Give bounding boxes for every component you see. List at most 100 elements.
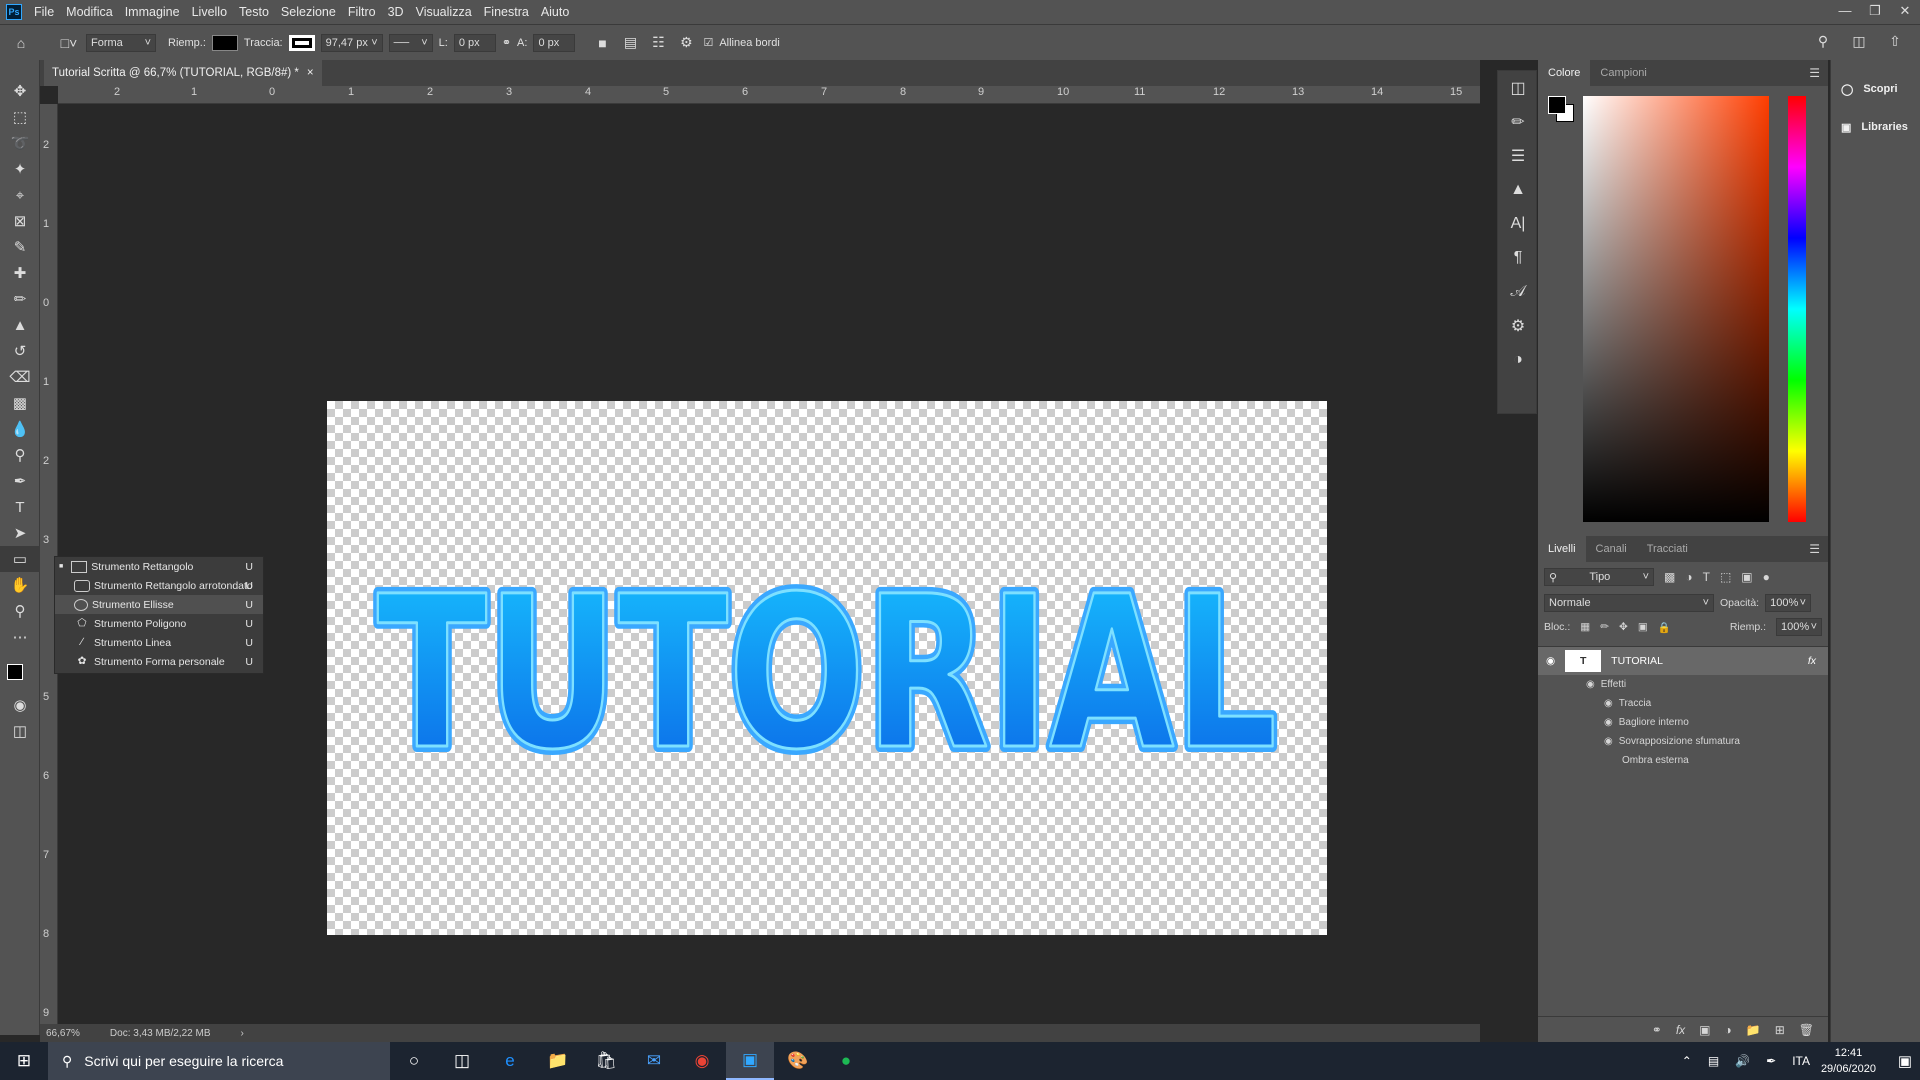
visibility-eye-icon[interactable]: ◉ <box>1604 698 1613 709</box>
cortana-icon[interactable]: ○ <box>390 1042 438 1080</box>
lock-transparency-icon[interactable]: ▦ <box>1580 621 1590 633</box>
width-input[interactable]: 0 px <box>453 33 496 52</box>
paint-icon[interactable]: 🎨 <box>774 1042 822 1080</box>
photoshop-taskbar-icon[interactable]: ▣ <box>726 1042 774 1080</box>
menu-finestra[interactable]: Finestra <box>478 5 535 19</box>
menu-immagine[interactable]: Immagine <box>119 5 186 19</box>
foreground-swatch[interactable] <box>1548 96 1566 114</box>
panel-menu-icon[interactable]: ☰ <box>1809 66 1820 80</box>
filter-smart-icon[interactable]: ▣ <box>1741 570 1752 584</box>
tab-tracciati[interactable]: Tracciati <box>1637 536 1698 562</box>
taskbar-search[interactable]: ⚲ Scrivi qui per eseguire la ricerca <box>48 1042 390 1080</box>
history-icon[interactable]: ◫ <box>1498 71 1538 105</box>
rectangle-tool-icon[interactable]: ▭ <box>0 546 40 572</box>
move-tool-icon[interactable]: ✥ <box>0 78 40 104</box>
path-operations-icon[interactable]: ■ <box>591 32 613 54</box>
flyout-item-custom-shape[interactable]: ✿ Strumento Forma personale U <box>55 652 263 671</box>
trash-icon[interactable]: 🗑 <box>1799 1023 1814 1037</box>
path-selection-icon[interactable]: ➤ <box>0 520 40 546</box>
path-alignment-icon[interactable]: ▤ <box>619 32 641 54</box>
network-icon[interactable]: ▤ <box>1708 1054 1719 1068</box>
menu-3d[interactable]: 3D <box>382 5 410 19</box>
filter-adjustment-icon[interactable]: ◑ <box>1685 570 1692 584</box>
home-icon[interactable]: ⌂ <box>10 32 32 54</box>
minimize-icon[interactable]: — <box>1830 0 1860 24</box>
taskbar-clock[interactable]: 12:41 29/06/2020 <box>1821 1042 1876 1080</box>
filter-toggle-icon[interactable]: ● <box>1763 570 1770 584</box>
fx-icon[interactable]: fx <box>1808 655 1816 667</box>
gear-icon[interactable]: ⚙ <box>675 32 697 54</box>
menu-selezione[interactable]: Selezione <box>275 5 342 19</box>
zoom-level[interactable]: 66,67% <box>46 1028 80 1039</box>
clone-stamp-icon[interactable]: ▲ <box>0 312 40 338</box>
foreground-color[interactable] <box>7 664 23 680</box>
blur-tool-icon[interactable]: 💧 <box>0 416 40 442</box>
pen-tool-icon[interactable]: ✒ <box>0 468 40 494</box>
hand-tool-icon[interactable]: ✋ <box>0 572 40 598</box>
volume-icon[interactable]: 🔊 <box>1735 1054 1750 1068</box>
stroke-width-input[interactable]: 97,47 px ˅ <box>320 33 383 52</box>
libraries-button[interactable]: ▣ Libraries <box>1831 108 1920 146</box>
menu-aiuto[interactable]: Aiuto <box>535 5 576 19</box>
menu-modifica[interactable]: Modifica <box>60 5 119 19</box>
brush-settings-icon[interactable]: ✏ <box>1498 105 1538 139</box>
tool-preset-icon[interactable]: □˅ <box>58 32 80 54</box>
eraser-icon[interactable]: ⌫ <box>0 364 40 390</box>
gradient-tool-icon[interactable]: ▩ <box>0 390 40 416</box>
flyout-item-rounded-rectangle[interactable]: Strumento Rettangolo arrotondato U <box>55 576 263 595</box>
tab-livelli[interactable]: Livelli <box>1538 536 1586 562</box>
frame-tool-icon[interactable]: ⊠ <box>0 208 40 234</box>
layer-filter-dropdown[interactable]: ⚲ Tipo ˅ <box>1544 568 1654 586</box>
effect-row[interactable]: ◉ Traccia <box>1538 694 1828 713</box>
brush-tool-icon[interactable]: ✏ <box>0 286 40 312</box>
menu-testo[interactable]: Testo <box>233 5 275 19</box>
workspace-icon[interactable]: ◫ <box>1848 30 1870 52</box>
eyedropper-icon[interactable]: ✎ <box>0 234 40 260</box>
link-layers-icon[interactable]: ⚭ <box>1652 1023 1662 1037</box>
zoom-tool-icon[interactable]: ⚲ <box>0 598 40 624</box>
menu-livello[interactable]: Livello <box>186 5 233 19</box>
windows-start-icon[interactable]: ⊞ <box>0 1042 48 1080</box>
close-tab-icon[interactable]: × <box>307 67 314 79</box>
new-group-icon[interactable]: 📁 <box>1746 1023 1761 1037</box>
add-style-icon[interactable]: fx <box>1676 1023 1685 1037</box>
healing-brush-icon[interactable]: ✚ <box>0 260 40 286</box>
flyout-item-ellipse[interactable]: Strumento Ellisse U <box>55 595 263 614</box>
document-canvas[interactable]: TUTORIAL TUTORIAL <box>327 401 1327 935</box>
lock-position-icon[interactable]: ✥ <box>1619 621 1628 633</box>
panel-menu-icon[interactable]: ☰ <box>1809 542 1820 556</box>
new-layer-icon[interactable]: ⊞ <box>1775 1023 1785 1037</box>
properties-icon[interactable]: ⚙ <box>1498 309 1538 343</box>
store-icon[interactable]: 🛍 <box>582 1042 630 1080</box>
flyout-item-polygon[interactable]: ⬠ Strumento Poligono U <box>55 614 263 633</box>
paragraph-icon[interactable]: ¶ <box>1498 241 1538 275</box>
filter-pixel-icon[interactable]: ▩ <box>1664 570 1675 584</box>
document-tab[interactable]: Tutorial Scritta @ 66,7% (TUTORIAL, RGB/… <box>44 60 322 86</box>
fill-swatch[interactable] <box>211 34 238 51</box>
hue-slider[interactable] <box>1788 96 1806 522</box>
link-icon[interactable]: ⚭ <box>502 36 511 49</box>
chrome-icon[interactable]: ◉ <box>678 1042 726 1080</box>
lasso-tool-icon[interactable]: ➰ <box>0 130 40 156</box>
search-icon[interactable]: ⚲ <box>1812 30 1834 52</box>
share-icon[interactable]: ⇧ <box>1884 30 1906 52</box>
visibility-eye-icon[interactable]: ◉ <box>1604 717 1613 728</box>
dodge-tool-icon[interactable]: ⚲ <box>0 442 40 468</box>
path-arrangement-icon[interactable]: ☷ <box>647 32 669 54</box>
language-indicator[interactable]: ITA <box>1792 1054 1810 1068</box>
height-input[interactable]: 0 px <box>533 33 576 52</box>
effect-row[interactable]: Ombra esterna <box>1538 751 1828 770</box>
character-icon[interactable]: A| <box>1498 207 1538 241</box>
opacity-input[interactable]: 100% ˅ <box>1765 594 1812 612</box>
status-arrow-icon[interactable]: › <box>241 1028 244 1039</box>
close-icon[interactable]: ✕ <box>1890 0 1920 24</box>
new-adjustment-icon[interactable]: ◑ <box>1725 1023 1732 1037</box>
task-view-icon[interactable]: ◫ <box>438 1042 486 1080</box>
file-explorer-icon[interactable]: 📁 <box>534 1042 582 1080</box>
flyout-item-line[interactable]: ∕ Strumento Linea U <box>55 633 263 652</box>
quick-mask-icon[interactable]: ◉ <box>0 692 40 718</box>
type-tool-icon[interactable]: T <box>0 494 40 520</box>
menu-visualizza[interactable]: Visualizza <box>410 5 478 19</box>
effects-row[interactable]: ◉ Effetti <box>1538 675 1828 694</box>
canvas-area[interactable]: TUTORIAL TUTORIAL <box>58 104 1480 1024</box>
